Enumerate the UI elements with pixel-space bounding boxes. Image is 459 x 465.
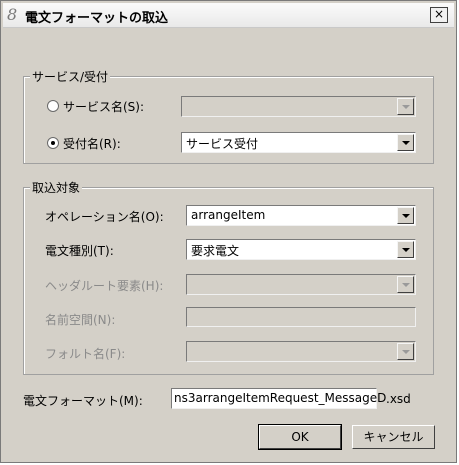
chevron-down-icon xyxy=(397,98,414,115)
header-root-label: ヘッダルート要素(H): xyxy=(45,279,164,293)
import-message-format-dialog: 8 電文フォーマットの取込 × サービス/受付 サービス名(S): 受付名(R)… xyxy=(0,0,457,463)
chevron-down-icon xyxy=(397,276,414,293)
service-reception-group-title: サービス/受付 xyxy=(30,68,111,85)
reception-name-select[interactable]: サービス受付 xyxy=(181,132,416,153)
message-format-label: 電文フォーマット(M): xyxy=(23,394,143,408)
operation-label: オペレーション名(O): xyxy=(45,210,164,224)
chevron-down-icon xyxy=(397,343,414,360)
service-name-select[interactable] xyxy=(181,96,416,117)
namespace-label: 名前空間(N): xyxy=(45,313,116,327)
fault-name-label: フォルト名(F): xyxy=(45,347,126,361)
chevron-down-icon xyxy=(397,207,414,224)
reception-name-radio[interactable] xyxy=(47,137,59,149)
ok-button[interactable]: OK xyxy=(258,424,342,450)
app-icon: 8 xyxy=(7,5,18,24)
file-extension-label: .xsd xyxy=(386,392,411,406)
title-bar: 8 電文フォーマットの取込 × xyxy=(3,3,454,28)
service-name-radio[interactable] xyxy=(47,100,59,112)
namespace-field[interactable] xyxy=(186,307,416,327)
cancel-button[interactable]: キャンセル xyxy=(352,425,435,449)
message-type-select[interactable]: 要求電文 xyxy=(186,239,416,260)
fault-name-select[interactable] xyxy=(186,341,416,362)
operation-select[interactable]: arrangeItem xyxy=(186,205,416,226)
close-icon: × xyxy=(433,7,445,21)
header-root-select[interactable] xyxy=(186,274,416,295)
message-format-field[interactable]: ns3arrangeItemRequest_MessageD xyxy=(171,388,386,409)
chevron-down-icon xyxy=(397,134,414,151)
dialog-title: 電文フォーマットの取込 xyxy=(25,11,169,26)
message-type-label: 電文種別(T): xyxy=(45,244,114,258)
chevron-down-icon xyxy=(397,241,414,258)
import-target-group-title: 取込対象 xyxy=(30,179,83,196)
reception-name-label: 受付名(R): xyxy=(63,137,121,151)
service-name-label: サービス名(S): xyxy=(63,100,145,114)
close-button[interactable]: × xyxy=(430,7,448,23)
